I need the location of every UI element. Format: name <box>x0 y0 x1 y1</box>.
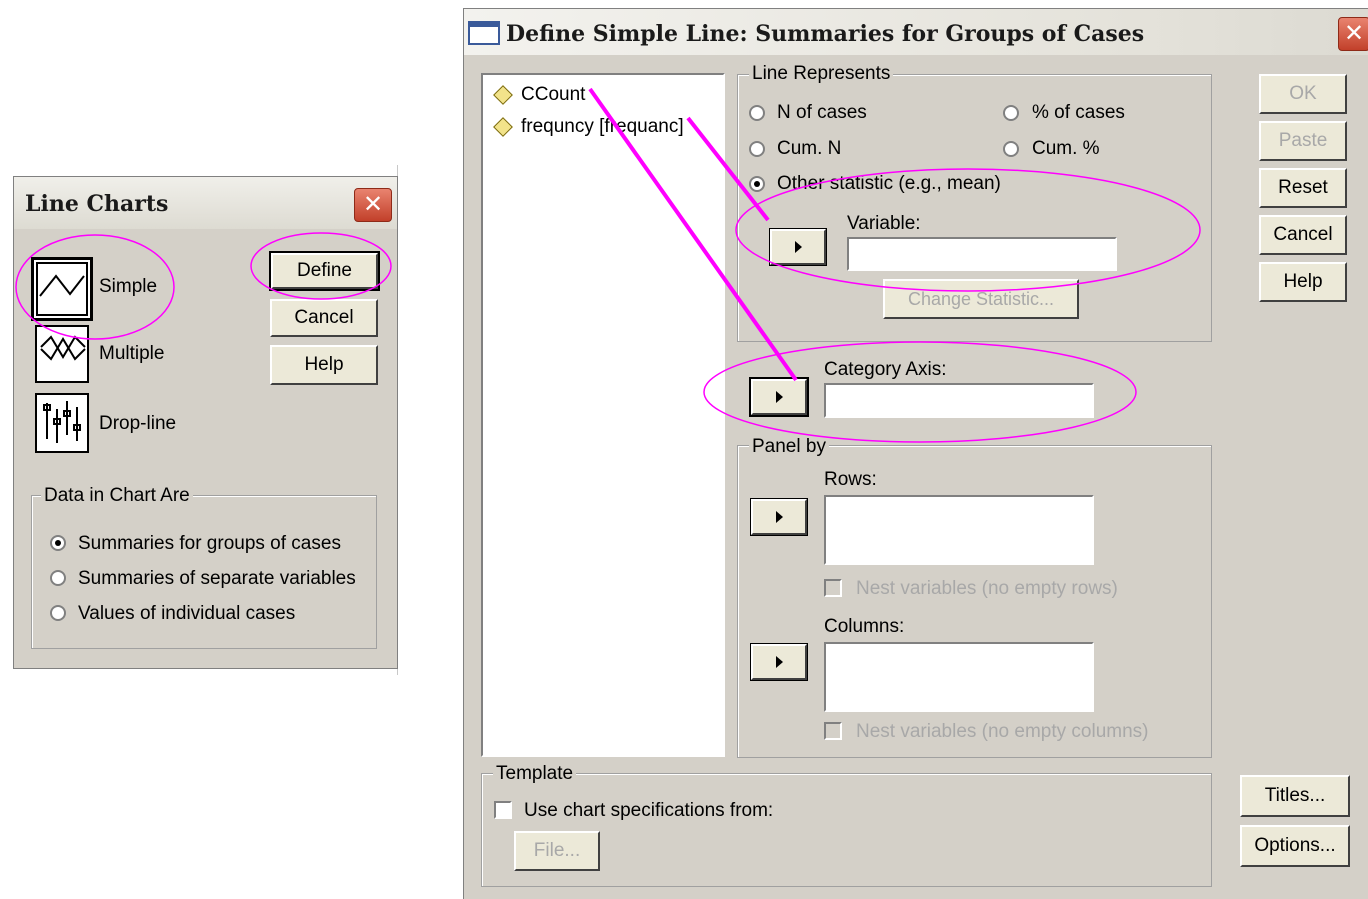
arrow-right-icon <box>794 241 802 253</box>
nest-rows-checkbox[interactable] <box>824 579 842 597</box>
category-axis-field[interactable] <box>824 383 1094 418</box>
variable-label: Variable: <box>847 213 921 234</box>
simple-line-chart-icon[interactable] <box>31 257 93 321</box>
define-title: Define Simple Line: Summaries for Groups… <box>506 21 1145 47</box>
radio-cum-pct[interactable] <box>1003 141 1019 157</box>
radio-summaries-variables[interactable] <box>50 570 66 586</box>
define-simple-line-dialog: Define Simple Line: Summaries for Groups… <box>463 8 1368 899</box>
radio-pct-of-cases[interactable] <box>1003 105 1019 121</box>
define-button[interactable]: Define <box>269 251 380 291</box>
radio-label-other-statistic[interactable]: Other statistic (e.g., mean) <box>777 173 1001 195</box>
multiple-line-glyph <box>40 335 86 361</box>
close-icon[interactable]: ✕ <box>354 188 392 222</box>
radio-label-values-individual[interactable]: Values of individual cases <box>78 603 295 625</box>
paste-button[interactable]: Paste <box>1259 121 1347 161</box>
radio-label-cum-n[interactable]: Cum. N <box>777 138 841 160</box>
move-to-category-axis-button[interactable] <box>749 377 809 417</box>
columns-field[interactable] <box>824 642 1094 712</box>
radio-n-of-cases[interactable] <box>749 105 765 121</box>
source-variable-list[interactable] <box>481 73 725 757</box>
radio-label-pct-of-cases[interactable]: % of cases <box>1032 102 1125 124</box>
change-statistic-button[interactable]: Change Statistic... <box>883 279 1079 319</box>
chart-type-label-multiple[interactable]: Multiple <box>99 343 164 365</box>
radio-label-summaries-variables[interactable]: Summaries of separate variables <box>78 568 356 590</box>
nest-columns-checkbox[interactable] <box>824 722 842 740</box>
help-button[interactable]: Help <box>1259 262 1347 302</box>
drop-line-glyph <box>43 401 81 443</box>
move-to-columns-button[interactable] <box>750 643 808 681</box>
template-legend: Template <box>493 763 577 785</box>
radio-values-individual[interactable] <box>50 605 66 621</box>
close-icon[interactable]: ✕ <box>1338 17 1368 51</box>
variable-item-ccount[interactable]: CCount <box>521 84 585 106</box>
rows-field[interactable] <box>824 495 1094 565</box>
line-charts-dialog: Line Charts ✕ Simple Multiple Drop-line … <box>13 176 398 669</box>
file-button[interactable]: File... <box>514 831 600 871</box>
radio-label-summaries-groups[interactable]: Summaries for groups of cases <box>78 533 341 555</box>
cancel-button[interactable]: Cancel <box>1259 215 1347 255</box>
line-represents-legend: Line Represents <box>749 63 894 85</box>
line-charts-title: Line Charts <box>25 191 169 217</box>
cancel-button[interactable]: Cancel <box>270 299 378 337</box>
simple-line-glyph <box>36 262 88 316</box>
use-spec-label[interactable]: Use chart specifications from: <box>524 800 773 822</box>
drop-line-chart-icon[interactable] <box>35 393 89 453</box>
define-titlebar: Define Simple Line: Summaries for Groups… <box>464 9 1368 55</box>
window-icon <box>468 21 500 45</box>
data-in-chart-legend: Data in Chart Are <box>41 485 193 507</box>
columns-label: Columns: <box>824 616 905 637</box>
options-button[interactable]: Options... <box>1240 825 1350 867</box>
radio-label-cum-pct[interactable]: Cum. % <box>1032 138 1100 160</box>
variable-item-frequncy[interactable]: frequncy [frequanc] <box>521 116 684 138</box>
line-charts-titlebar: Line Charts ✕ <box>14 177 397 229</box>
use-spec-checkbox[interactable] <box>494 801 512 819</box>
nest-columns-label[interactable]: Nest variables (no empty columns) <box>856 721 1149 743</box>
arrow-right-icon <box>775 656 783 668</box>
chart-type-label-simple[interactable]: Simple <box>99 276 157 298</box>
multiple-line-chart-icon[interactable] <box>35 325 89 383</box>
radio-other-statistic[interactable] <box>749 176 765 192</box>
category-axis-label: Category Axis: <box>824 359 947 380</box>
ok-button[interactable]: OK <box>1259 74 1347 114</box>
help-button[interactable]: Help <box>270 345 378 385</box>
rows-label: Rows: <box>824 469 877 490</box>
move-to-variable-button[interactable] <box>769 228 827 266</box>
move-to-rows-button[interactable] <box>750 498 808 536</box>
radio-cum-n[interactable] <box>749 141 765 157</box>
arrow-right-icon <box>775 391 783 403</box>
radio-summaries-groups[interactable] <box>50 535 66 551</box>
nest-rows-label[interactable]: Nest variables (no empty rows) <box>856 578 1118 600</box>
radio-label-n-of-cases[interactable]: N of cases <box>777 102 867 124</box>
arrow-right-icon <box>775 511 783 523</box>
chart-type-label-drop-line[interactable]: Drop-line <box>99 413 176 435</box>
titles-button[interactable]: Titles... <box>1240 775 1350 817</box>
variable-field[interactable] <box>847 237 1117 271</box>
panel-by-legend: Panel by <box>749 436 829 458</box>
reset-button[interactable]: Reset <box>1259 168 1347 208</box>
